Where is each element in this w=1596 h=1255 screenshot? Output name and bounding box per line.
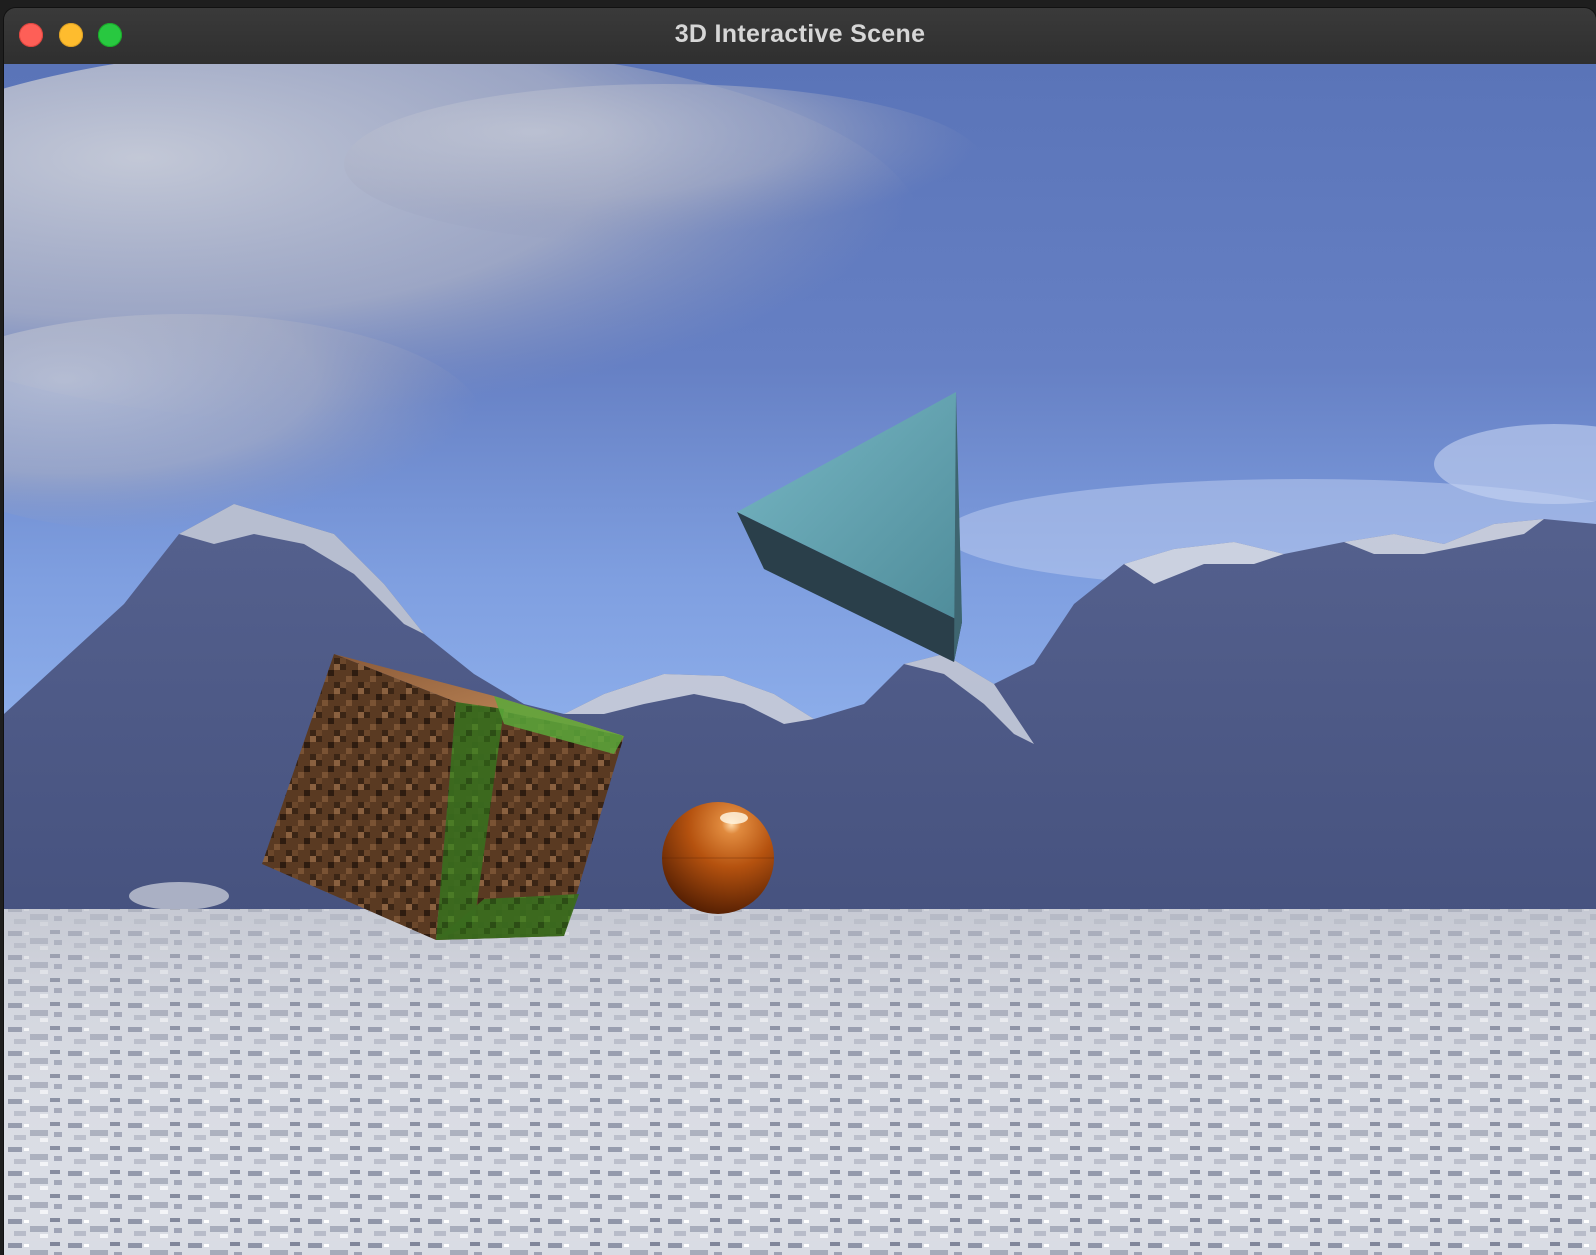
ground-plane: [4, 909, 1596, 1255]
scene-canvas[interactable]: [4, 64, 1596, 1255]
app-window: 3D Interactive Scene: [4, 8, 1596, 1255]
title-bar[interactable]: 3D Interactive Scene: [4, 8, 1596, 65]
window-title: 3D Interactive Scene: [674, 20, 926, 48]
sphere[interactable]: [662, 802, 774, 914]
3d-viewport[interactable]: [4, 64, 1596, 1255]
desktop: 3D Interactive Scene: [0, 0, 1596, 1255]
